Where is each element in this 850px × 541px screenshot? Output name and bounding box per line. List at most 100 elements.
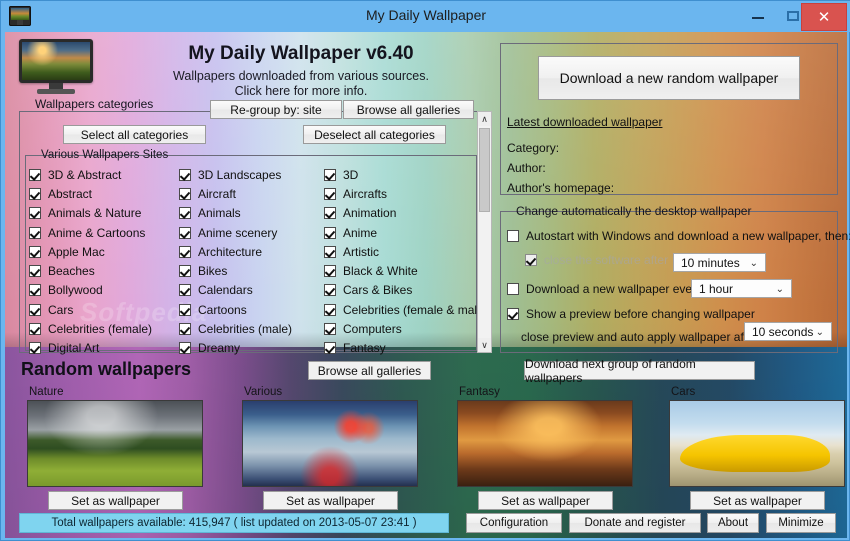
category-checkbox[interactable]: [324, 245, 336, 258]
show-preview-row[interactable]: Show a preview before changing wallpaper: [507, 307, 755, 321]
category-checkbox[interactable]: [179, 245, 191, 258]
category-checkbox[interactable]: [29, 226, 41, 239]
category-row[interactable]: Cars: [29, 300, 177, 319]
download-every-select[interactable]: 1 hour ⌄: [691, 279, 792, 298]
thumbnail-label: Nature: [29, 386, 64, 398]
categories-scrollbar[interactable]: ∧ ∨: [477, 111, 492, 353]
donate-and-register-button[interactable]: Donate and register: [569, 513, 701, 533]
regroup-by-site-button[interactable]: Re-group by: site: [210, 100, 342, 119]
category-row[interactable]: Beaches: [29, 261, 177, 280]
set-as-wallpaper-button[interactable]: Set as wallpaper: [263, 491, 398, 510]
category-checkbox[interactable]: [324, 226, 336, 239]
category-checkbox[interactable]: [179, 284, 191, 297]
category-row[interactable]: Bollywood: [29, 281, 177, 300]
category-checkbox[interactable]: [29, 265, 41, 278]
configuration-button[interactable]: Configuration: [466, 513, 562, 533]
autostart-checkbox[interactable]: [507, 230, 519, 242]
category-checkbox[interactable]: [29, 245, 41, 258]
category-row[interactable]: Abstract: [29, 184, 177, 203]
category-row[interactable]: 3D & Abstract: [29, 165, 177, 184]
category-checkbox[interactable]: [179, 265, 191, 278]
category-row[interactable]: Black & White: [324, 261, 474, 280]
show-preview-checkbox[interactable]: [507, 308, 519, 320]
header-subtitle[interactable]: Wallpapers downloaded from various sourc…: [111, 69, 491, 99]
browse-all-galleries-top-button[interactable]: Browse all galleries: [343, 100, 474, 119]
download-every-checkbox[interactable]: [507, 283, 519, 295]
category-checkbox[interactable]: [179, 168, 191, 181]
close-window-button[interactable]: ✕: [801, 3, 847, 31]
scroll-up-icon[interactable]: ∧: [478, 112, 491, 126]
browse-all-galleries-button[interactable]: Browse all galleries: [308, 361, 431, 380]
category-checkbox[interactable]: [179, 207, 191, 220]
set-as-wallpaper-button[interactable]: Set as wallpaper: [478, 491, 613, 510]
category-checkbox[interactable]: [179, 323, 191, 336]
close-after-checkbox[interactable]: [525, 254, 537, 266]
category-row[interactable]: Animals & Nature: [29, 204, 177, 223]
category-row[interactable]: Celebrities (female): [29, 319, 177, 338]
deselect-all-categories-button[interactable]: Deselect all categories: [303, 125, 446, 144]
latest-downloaded-wallpaper-link[interactable]: Latest downloaded wallpaper: [507, 115, 662, 129]
category-checkbox[interactable]: [29, 284, 41, 297]
category-row[interactable]: Celebrities (male): [179, 319, 324, 338]
thumbnail-image[interactable]: [669, 400, 845, 487]
minimize-button[interactable]: Minimize: [766, 513, 836, 533]
category-row[interactable]: Cars & Bikes: [324, 281, 474, 300]
close-after-select[interactable]: 10 minutes ⌄: [673, 253, 766, 272]
category-checkbox[interactable]: [29, 168, 41, 181]
category-row[interactable]: Celebrities (female & male): [324, 300, 488, 319]
category-row[interactable]: Calendars: [179, 281, 324, 300]
scrollbar-thumb[interactable]: [479, 128, 490, 212]
category-checkbox[interactable]: [179, 303, 191, 316]
thumbnail-image[interactable]: [242, 400, 418, 487]
category-checkbox[interactable]: [324, 303, 336, 316]
category-row[interactable]: Computers: [324, 319, 474, 338]
close-after-row[interactable]: close the software after: [525, 253, 668, 267]
category-checkbox[interactable]: [324, 168, 336, 181]
preview-timeout-select[interactable]: 10 seconds ⌄: [744, 322, 832, 341]
category-row[interactable]: Cartoons: [179, 300, 324, 319]
category-checkbox[interactable]: [324, 187, 336, 200]
category-row[interactable]: Apple Mac: [29, 242, 177, 261]
category-checkbox[interactable]: [324, 284, 336, 297]
category-checkbox[interactable]: [29, 207, 41, 220]
category-row[interactable]: Digital Art: [29, 339, 177, 358]
category-checkbox[interactable]: [324, 207, 336, 220]
download-random-wallpaper-button[interactable]: Download a new random wallpaper: [538, 56, 800, 100]
category-row[interactable]: Architecture: [179, 242, 324, 261]
thumbnail-label: Cars: [671, 386, 696, 398]
category-checkbox[interactable]: [179, 187, 191, 200]
category-checkbox[interactable]: [324, 342, 336, 355]
category-row[interactable]: Animation: [324, 204, 474, 223]
category-checkbox[interactable]: [29, 323, 41, 336]
category-checkbox[interactable]: [324, 265, 336, 278]
set-as-wallpaper-button[interactable]: Set as wallpaper: [48, 491, 183, 510]
category-row[interactable]: 3D Landscapes: [179, 165, 324, 184]
category-row[interactable]: Aircraft: [179, 184, 324, 203]
category-row[interactable]: Anime: [324, 223, 474, 242]
about-button[interactable]: About: [707, 513, 759, 533]
category-checkbox[interactable]: [29, 187, 41, 200]
category-row[interactable]: Bikes: [179, 261, 324, 280]
category-row[interactable]: Anime & Cartoons: [29, 223, 177, 242]
category-row[interactable]: Anime scenery: [179, 223, 324, 242]
category-checkbox[interactable]: [324, 323, 336, 336]
category-checkbox[interactable]: [29, 303, 41, 316]
category-checkbox[interactable]: [179, 342, 191, 355]
thumbnail-image[interactable]: [27, 400, 203, 487]
download-next-group-button[interactable]: Download next group of random wallpapers: [524, 357, 755, 385]
select-all-categories-button[interactable]: Select all categories: [63, 125, 206, 144]
category-row[interactable]: 3D: [324, 165, 474, 184]
category-row[interactable]: Animals: [179, 204, 324, 223]
category-row[interactable]: Artistic: [324, 242, 474, 261]
category-row[interactable]: Dreamy: [179, 339, 324, 358]
thumbnail-image[interactable]: [457, 400, 633, 487]
download-every-row[interactable]: Download a new wallpaper every: [507, 282, 702, 296]
category-row[interactable]: Aircrafts: [324, 184, 474, 203]
set-as-wallpaper-button[interactable]: Set as wallpaper: [690, 491, 825, 510]
category-checkbox[interactable]: [179, 226, 191, 239]
minimize-window-button[interactable]: [743, 3, 773, 29]
category-checkbox[interactable]: [29, 342, 41, 355]
category-row[interactable]: Fantasy: [324, 339, 474, 358]
autostart-row[interactable]: Autostart with Windows and download a ne…: [507, 229, 850, 243]
scroll-down-icon[interactable]: ∨: [478, 338, 491, 352]
